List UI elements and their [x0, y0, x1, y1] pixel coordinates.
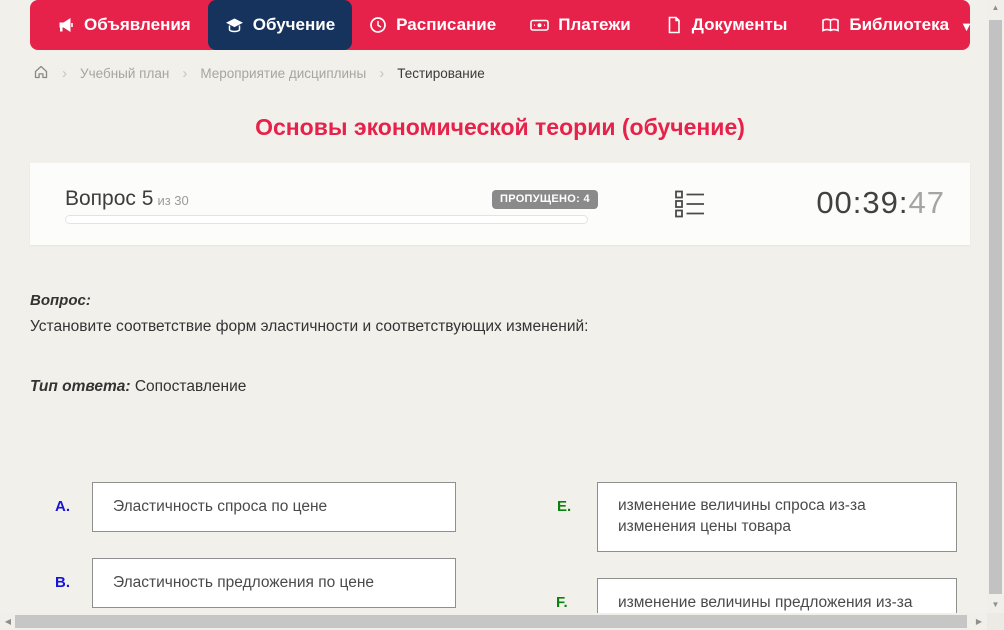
- cash-icon: [530, 16, 549, 34]
- book-icon: [821, 16, 840, 34]
- nav-label: Документы: [692, 15, 788, 35]
- horizontal-scroll-thumb[interactable]: [15, 615, 967, 628]
- nav-item-documents[interactable]: Документы: [648, 0, 805, 50]
- chevron-down-icon: ▼: [960, 19, 973, 34]
- match-option-a[interactable]: Эластичность спроса по цене: [92, 482, 456, 532]
- nav-item-learning[interactable]: Обучение: [208, 0, 352, 50]
- match-letter-a: A.: [55, 498, 70, 515]
- megaphone-icon: [57, 16, 75, 34]
- graduation-cap-icon: [225, 16, 244, 34]
- timer: 00:39:47: [816, 185, 945, 221]
- nav-item-library[interactable]: Библиотека ▼: [804, 0, 990, 50]
- scroll-right-arrow[interactable]: ▶: [971, 613, 987, 630]
- question-total: из 30: [157, 193, 188, 208]
- scroll-left-arrow[interactable]: ◀: [0, 613, 16, 630]
- clock-icon: [369, 16, 387, 34]
- nav-item-payments[interactable]: Платежи: [513, 0, 648, 50]
- nav-label: Обучение: [253, 15, 335, 35]
- skipped-badge: ПРОПУЩЕНО: 4: [492, 190, 598, 209]
- home-icon[interactable]: [33, 64, 49, 82]
- match-option-b[interactable]: Эластичность предложения по цене: [92, 558, 456, 608]
- match-option-e[interactable]: изменение величины спроса из-за изменени…: [597, 482, 957, 552]
- question-text: Установите соответствие форм эластичност…: [30, 318, 588, 336]
- breadcrumb-curriculum[interactable]: Учебный план: [80, 66, 169, 81]
- breadcrumb-separator: ›: [182, 65, 187, 82]
- nav-label: Платежи: [558, 15, 631, 35]
- timer-seconds: 47: [909, 185, 945, 220]
- match-letter-f: F.: [556, 594, 568, 611]
- breadcrumb-separator: ›: [379, 65, 384, 82]
- nav-label: Объявления: [84, 15, 191, 35]
- nav-label: Библиотека: [849, 15, 949, 35]
- page-title: Основы экономической теории (обучение): [0, 114, 1000, 141]
- match-letter-b: B.: [55, 574, 70, 591]
- breadcrumb-separator: ›: [62, 65, 67, 82]
- question-panel: Вопрос 5из 30 ПРОПУЩЕНО: 4 00:39:47: [30, 163, 970, 245]
- question-list-icon[interactable]: [675, 190, 707, 220]
- document-icon: [665, 16, 683, 34]
- answer-type-value: Сопоставление: [135, 378, 247, 395]
- vertical-scrollbar[interactable]: ▲ ▼: [987, 0, 1004, 613]
- nav-item-announcements[interactable]: Объявления: [40, 0, 208, 50]
- horizontal-scrollbar[interactable]: ◀ ▶: [0, 613, 987, 630]
- scroll-down-arrow[interactable]: ▼: [987, 597, 1004, 613]
- breadcrumb-discipline-event[interactable]: Мероприятие дисциплины: [200, 66, 366, 81]
- nav-item-schedule[interactable]: Расписание: [352, 0, 513, 50]
- question-heading: Вопрос:: [30, 292, 91, 309]
- nav-label: Расписание: [396, 15, 496, 35]
- breadcrumb: › Учебный план › Мероприятие дисциплины …: [33, 62, 485, 84]
- scroll-up-arrow[interactable]: ▲: [987, 0, 1004, 16]
- breadcrumb-testing: Тестирование: [397, 66, 485, 81]
- main-navbar: Объявления Обучение Расписание Платежи Д…: [30, 0, 970, 50]
- vertical-scroll-thumb[interactable]: [989, 20, 1002, 594]
- answer-type-label: Тип ответа:: [30, 378, 131, 395]
- scrollbar-corner: [987, 613, 1004, 630]
- question-number: Вопрос 5из 30: [65, 187, 189, 211]
- progress-bar: [65, 215, 588, 224]
- answer-type-row: Тип ответа: Сопоставление: [30, 378, 246, 396]
- match-letter-e: E.: [557, 498, 571, 515]
